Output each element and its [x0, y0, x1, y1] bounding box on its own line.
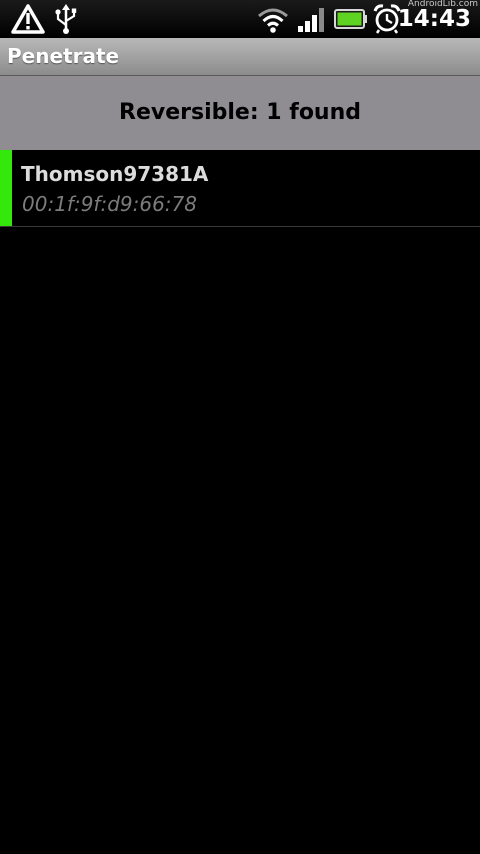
warning-icon: [11, 4, 45, 34]
watermark: AndroidLib.com: [407, 0, 478, 9]
network-list-item[interactable]: Thomson97381A 00:1f:9f:d9:66:78: [0, 150, 480, 227]
network-mac-address: 00:1f:9f:d9:66:78: [22, 192, 197, 216]
network-list: Thomson97381A 00:1f:9f:d9:66:78: [0, 150, 480, 227]
signal-icon: [298, 8, 324, 32]
screen: 14:43 AndroidLib.com Penetrate Reversibl…: [0, 0, 480, 854]
results-header: Reversible: 1 found: [0, 76, 480, 150]
battery-icon: [334, 9, 367, 29]
usb-icon: [55, 4, 77, 34]
status-indicator-stripe: [0, 150, 12, 226]
results-count-label: Reversible: 1 found: [119, 100, 361, 125]
network-name: Thomson97381A: [21, 162, 209, 186]
app-title: Penetrate: [7, 44, 120, 68]
status-bar: 14:43 AndroidLib.com: [0, 0, 480, 38]
app-title-bar: Penetrate: [0, 38, 480, 76]
wifi-icon: [258, 8, 288, 33]
